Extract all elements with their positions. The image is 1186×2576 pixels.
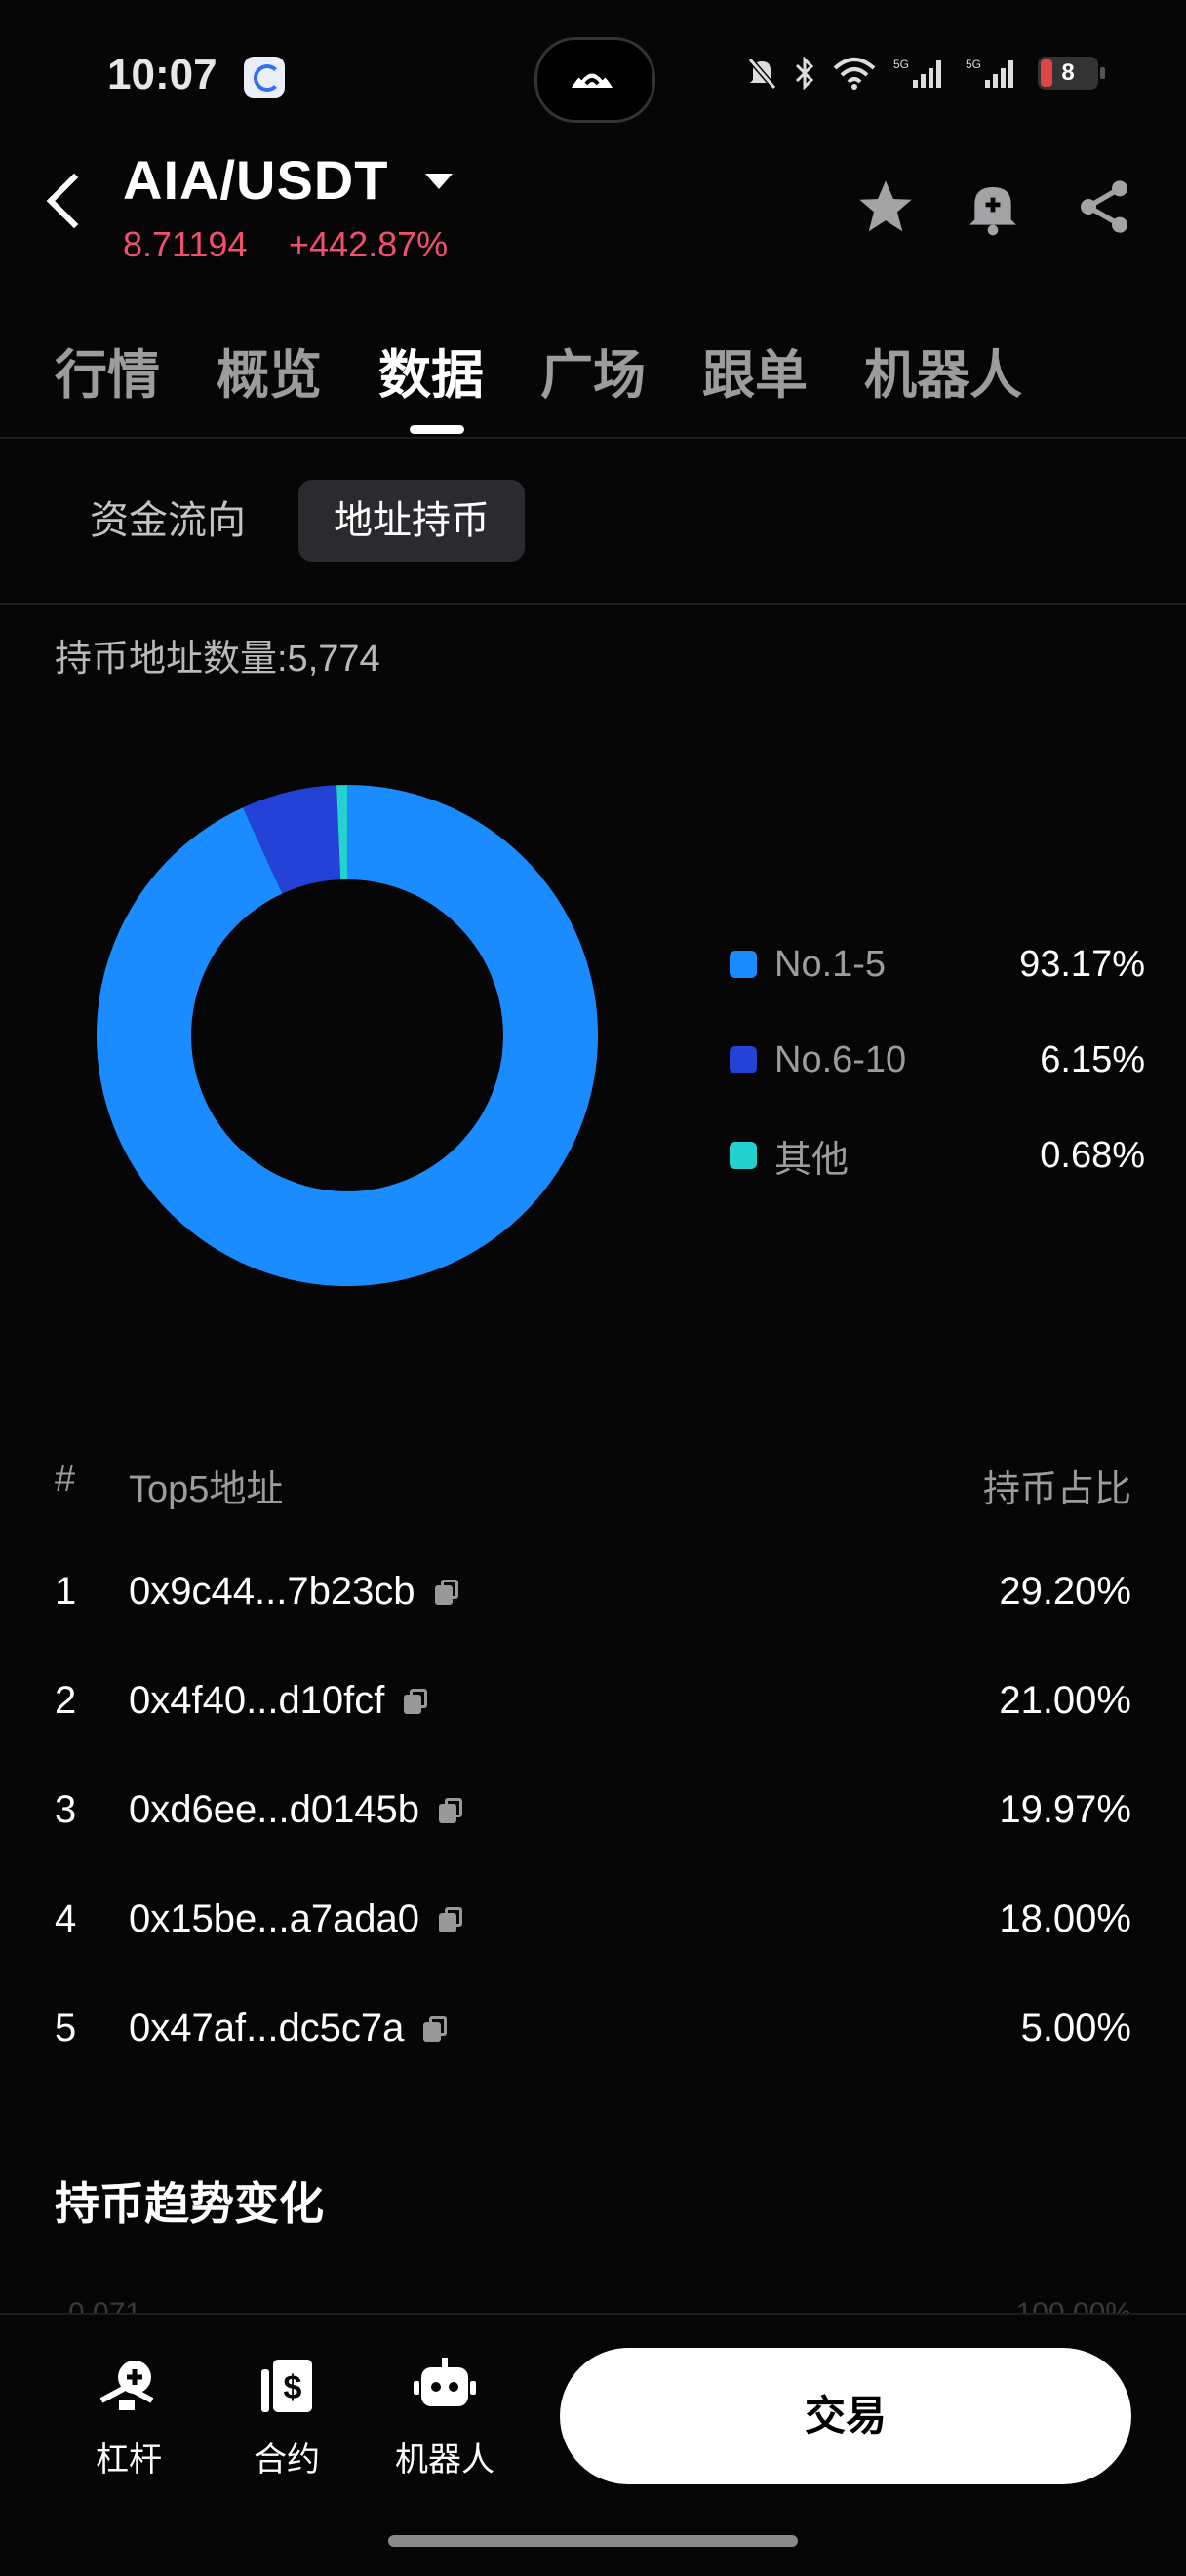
legend-swatch xyxy=(730,951,757,978)
subtab-fund-flow[interactable]: 资金流向 xyxy=(55,480,281,562)
chart-legend: No.1-5 93.17% No.6-10 6.15% 其他 0.68% xyxy=(730,917,1145,1203)
row-index: 1 xyxy=(55,1570,77,1613)
tab-bots[interactable]: 机器人 xyxy=(864,332,1022,409)
price-change: +442.87% xyxy=(289,224,449,264)
holdings-donut-chart xyxy=(96,785,598,1286)
row-share: 19.97% xyxy=(999,1788,1131,1831)
row-share: 5.00% xyxy=(1020,2007,1131,2049)
star-icon[interactable] xyxy=(854,176,917,238)
nav-robot[interactable]: 机器人 xyxy=(386,2358,503,2480)
row-share: 18.00% xyxy=(999,1897,1131,1940)
nav-leverage-label: 杠杆 xyxy=(96,2441,162,2478)
address-text: 0x9c44...7b23cb xyxy=(129,1570,415,1613)
legend-label: No.1-5 xyxy=(774,943,887,985)
hotspot-icon xyxy=(564,59,620,98)
address-text: 0x4f40...d10fcf xyxy=(129,1679,385,1722)
row-share: 29.20% xyxy=(999,1570,1131,1613)
wifi-icon xyxy=(833,58,876,90)
copy-icon[interactable] xyxy=(439,1797,463,1823)
legend-label: No.6-10 xyxy=(774,1038,907,1080)
col-header-index: # xyxy=(55,1459,76,1500)
row-index: 5 xyxy=(55,2007,77,2049)
table-row: 5 0x47af...dc5c7a 5.00% xyxy=(0,2007,1186,2116)
svg-text:5G: 5G xyxy=(966,58,981,71)
table-row: 4 0x15be...a7ada0 18.00% xyxy=(0,1897,1186,2007)
address-text: 0x15be...a7ada0 xyxy=(129,1897,420,1940)
row-address: 0xd6ee...d0145b xyxy=(129,1788,463,1832)
col-header-share: 持币占比 xyxy=(982,1469,1131,1510)
battery-icon: 8 xyxy=(1038,57,1105,90)
legend-item: 其他 0.68% xyxy=(730,1108,1145,1203)
pair-title[interactable]: AIA/USDT xyxy=(123,148,388,212)
row-address: 0x4f40...d10fcf xyxy=(129,1679,428,1723)
copy-icon[interactable] xyxy=(434,1579,458,1605)
copy-icon[interactable] xyxy=(423,2015,448,2042)
signal-5g-icon-2: 5G xyxy=(966,58,1013,88)
signal-5g-icon: 5G xyxy=(893,58,941,88)
legend-value: 93.17% xyxy=(1019,943,1145,985)
svg-text:5G: 5G xyxy=(893,58,909,71)
nav-contract-label: 合约 xyxy=(254,2441,320,2478)
contract-icon: $ xyxy=(261,2360,312,2412)
legend-value: 0.68% xyxy=(1040,1134,1145,1176)
home-indicator[interactable] xyxy=(388,2535,798,2547)
table-row: 1 0x9c44...7b23cb 29.20% xyxy=(0,1570,1186,1679)
legend-item: No.1-5 93.17% xyxy=(730,917,1145,1012)
bell-plus-icon[interactable] xyxy=(962,176,1024,238)
legend-value: 6.15% xyxy=(1040,1038,1145,1080)
copy-icon[interactable] xyxy=(404,1688,428,1714)
chevron-down-icon[interactable] xyxy=(425,174,453,189)
legend-item: No.6-10 6.15% xyxy=(730,1012,1145,1108)
active-tab-indicator xyxy=(410,425,464,434)
table-row: 2 0x4f40...d10fcf 21.00% xyxy=(0,1679,1186,1788)
tab-data[interactable]: 数据 xyxy=(378,332,484,409)
address-text: 0xd6ee...d0145b xyxy=(129,1788,420,1831)
app-notification-icon xyxy=(244,57,285,98)
tab-overview[interactable]: 概览 xyxy=(217,332,322,409)
legend-swatch xyxy=(730,1046,757,1073)
trade-button[interactable]: 交易 xyxy=(560,2348,1131,2484)
row-address: 0x47af...dc5c7a xyxy=(129,2007,448,2050)
row-share: 21.00% xyxy=(999,1679,1131,1722)
divider xyxy=(0,603,1186,605)
tab-copy-trade[interactable]: 跟单 xyxy=(702,332,808,409)
row-index: 4 xyxy=(55,1897,77,1940)
tab-square[interactable]: 广场 xyxy=(540,332,646,409)
legend-label: 其他 xyxy=(774,1139,850,1181)
nav-contract[interactable]: $ 合约 xyxy=(228,2358,345,2480)
back-button[interactable] xyxy=(46,173,102,229)
subtab-address-holdings[interactable]: 地址持币 xyxy=(298,480,525,562)
row-index: 3 xyxy=(55,1788,77,1831)
mute-bell-icon xyxy=(747,58,776,90)
robot-icon xyxy=(414,2358,476,2406)
last-price: 8.71194 xyxy=(123,224,248,264)
main-tabs: 行情 概览 数据 广场 跟单 机器人 xyxy=(55,332,1079,409)
row-address: 0x9c44...7b23cb xyxy=(129,1570,458,1614)
tab-market[interactable]: 行情 xyxy=(55,332,160,409)
bluetooth-icon xyxy=(795,57,814,90)
leverage-icon xyxy=(99,2361,154,2410)
col-header-address: Top5地址 xyxy=(129,1469,284,1510)
legend-swatch xyxy=(730,1142,757,1169)
holder-address-count: 持币地址数量:5,774 xyxy=(55,639,380,680)
share-icon[interactable] xyxy=(1073,176,1135,238)
address-text: 0x47af...dc5c7a xyxy=(129,2007,405,2049)
copy-icon[interactable] xyxy=(439,1906,463,1932)
status-time: 10:07 xyxy=(107,51,217,98)
nav-robot-label: 机器人 xyxy=(395,2441,494,2478)
row-address: 0x15be...a7ada0 xyxy=(129,1897,463,1941)
table-row: 3 0xd6ee...d0145b 19.97% xyxy=(0,1788,1186,1897)
status-icons: 5G 5G 8 xyxy=(747,57,1105,90)
svg-text:$: $ xyxy=(284,2369,302,2406)
row-index: 2 xyxy=(55,1679,77,1722)
divider xyxy=(0,437,1186,439)
nav-leverage[interactable]: 杠杆 xyxy=(70,2358,187,2480)
trend-section-title: 持币趋势变化 xyxy=(55,2178,324,2229)
